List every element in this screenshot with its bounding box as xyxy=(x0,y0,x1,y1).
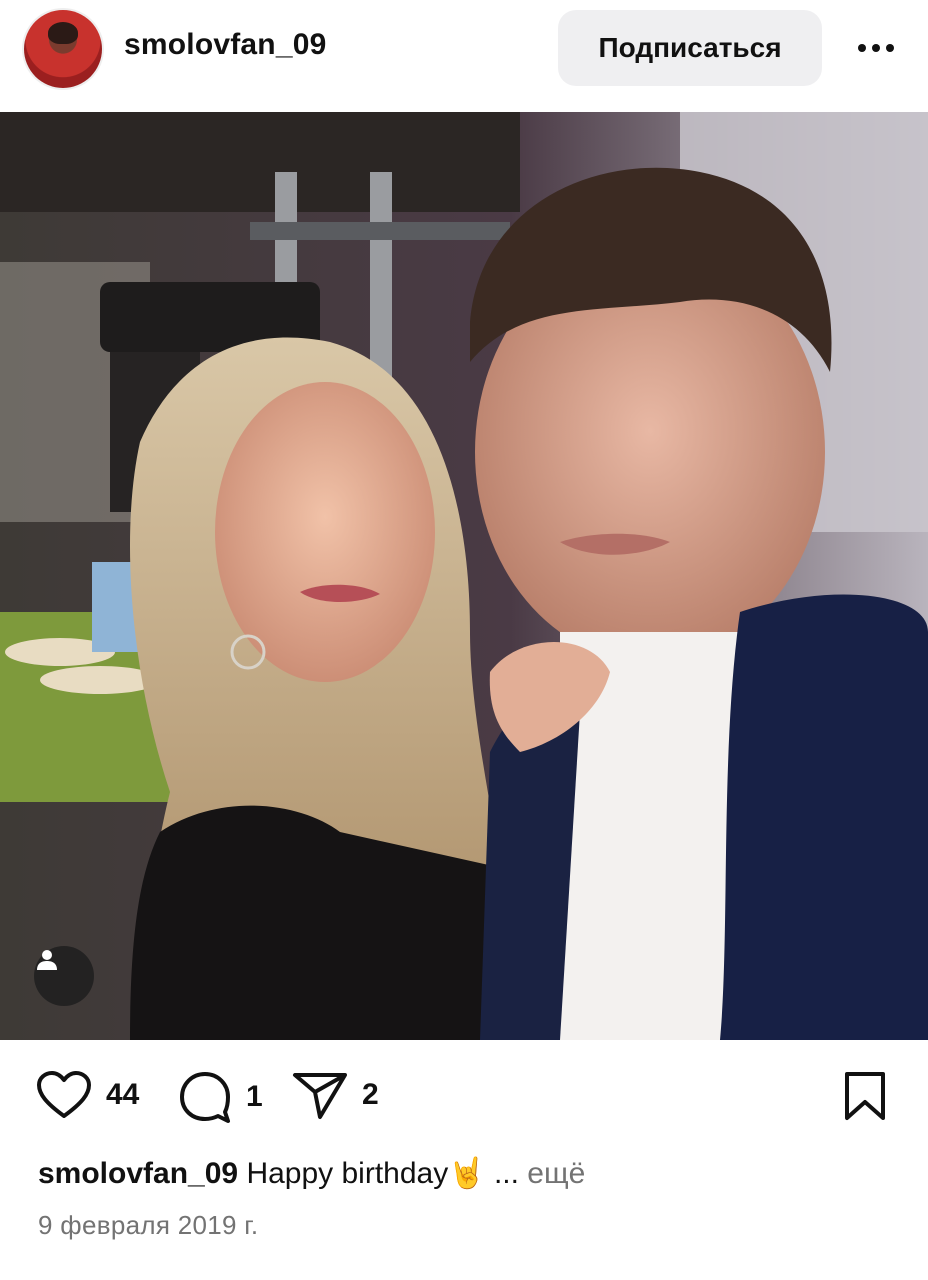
caption-text: Happy birthday xyxy=(246,1157,449,1190)
bookmark-icon[interactable] xyxy=(842,1070,888,1122)
photo-illustration xyxy=(0,112,928,1040)
like-action[interactable]: 44 xyxy=(36,1070,139,1120)
comment-count[interactable]: 1 xyxy=(246,1080,263,1114)
like-count[interactable]: 44 xyxy=(106,1078,139,1112)
author-username[interactable]: smolovfan_09 xyxy=(124,28,326,62)
caption-emoji: 🤘 xyxy=(448,1157,486,1190)
send-icon[interactable] xyxy=(292,1070,348,1120)
post-photo[interactable] xyxy=(0,112,928,1040)
comment-icon[interactable] xyxy=(178,1070,232,1124)
share-count[interactable]: 2 xyxy=(362,1078,379,1112)
follow-button[interactable]: Подписаться xyxy=(558,10,822,86)
avatar[interactable] xyxy=(24,10,102,88)
more-horizontal-icon[interactable] xyxy=(850,26,902,70)
heart-icon[interactable] xyxy=(36,1070,92,1120)
post-date: 9 февраля 2019 г. xyxy=(38,1210,259,1240)
caption-username[interactable]: smolovfan_09 xyxy=(38,1157,238,1190)
post-header: smolovfan_09 Подписаться xyxy=(0,0,928,112)
post-caption: smolovfan_09 Happy birthday🤘 ... ещё xyxy=(38,1156,898,1191)
share-action[interactable]: 2 xyxy=(292,1070,379,1120)
save-action[interactable] xyxy=(842,1070,888,1122)
user-tag-icon[interactable] xyxy=(34,946,94,1006)
caption-more-link[interactable]: ещё xyxy=(527,1157,585,1190)
caption-ellipsis: ... xyxy=(493,1157,519,1190)
comment-action[interactable]: 1 xyxy=(178,1070,263,1124)
